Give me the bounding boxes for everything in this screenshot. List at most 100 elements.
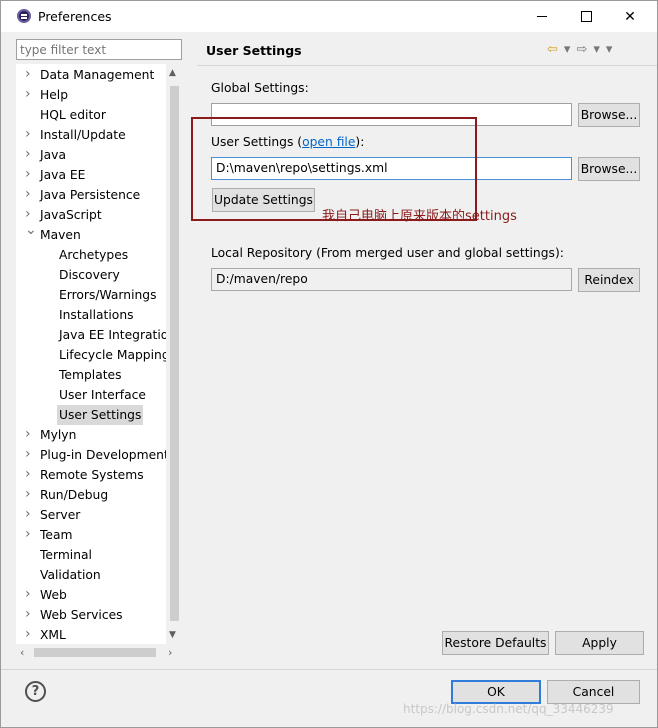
- tree-item[interactable]: › Server: [25, 505, 81, 525]
- tree-item-label: Plug-in Development: [40, 448, 169, 462]
- tree-item-label: Help: [40, 88, 69, 102]
- forward-arrow-icon[interactable]: ⇨: [576, 42, 587, 57]
- scroll-up-icon[interactable]: ▲: [169, 68, 176, 78]
- reindex-button[interactable]: Reindex: [578, 268, 640, 292]
- chevron-right-icon[interactable]: ›: [25, 584, 31, 604]
- view-menu-icon[interactable]: ▾: [606, 42, 613, 57]
- tree-item-label: Lifecycle Mapping: [59, 348, 170, 362]
- tree-item[interactable]: Archetypes: [59, 245, 128, 265]
- tree-item-label: Terminal: [40, 548, 92, 562]
- ok-button[interactable]: OK: [451, 680, 541, 704]
- chevron-right-icon[interactable]: ›: [25, 84, 31, 104]
- tree-item[interactable]: › JavaScript: [25, 205, 102, 225]
- scrollbar-thumb[interactable]: [170, 86, 179, 621]
- tree-item[interactable]: › Java EE: [25, 165, 85, 185]
- tree-item[interactable]: Java EE Integration: [59, 325, 176, 345]
- tree-item-label: Server: [40, 508, 81, 522]
- local-repository-field: D:/maven/repo: [211, 268, 572, 291]
- scroll-left-icon[interactable]: ‹: [20, 646, 24, 659]
- scroll-right-icon[interactable]: ›: [168, 646, 172, 659]
- apply-button[interactable]: Apply: [555, 631, 644, 655]
- tree-item[interactable]: › XML: [25, 625, 66, 644]
- tree-item[interactable]: › Web Services: [25, 605, 123, 625]
- scroll-down-icon[interactable]: ▼: [169, 630, 176, 640]
- chevron-right-icon[interactable]: ›: [25, 144, 31, 164]
- title-bar: Preferences ✕: [1, 1, 657, 32]
- back-menu-chevron-icon[interactable]: ▾: [564, 42, 571, 57]
- restore-defaults-button[interactable]: Restore Defaults: [442, 631, 549, 655]
- tree-item[interactable]: › Remote Systems: [25, 465, 144, 485]
- chevron-right-icon[interactable]: ›: [25, 624, 31, 644]
- tree-item-label: Templates: [59, 368, 122, 382]
- chevron-right-icon[interactable]: ›: [25, 504, 31, 524]
- chevron-right-icon[interactable]: ›: [25, 524, 31, 544]
- chevron-right-icon[interactable]: ›: [25, 424, 31, 444]
- chevron-down-icon[interactable]: ⌄: [25, 220, 37, 240]
- tree-item[interactable]: ⌄ Maven: [25, 222, 81, 245]
- global-browse-button[interactable]: Browse...: [578, 103, 640, 127]
- tree-item[interactable]: › Java Persistence: [25, 185, 141, 205]
- tree-item[interactable]: User Interface: [59, 385, 146, 405]
- preferences-window: Preferences ✕ › Data Management › Help HQL e…: [0, 0, 658, 728]
- forward-menu-chevron-icon[interactable]: ▾: [593, 42, 600, 57]
- tree-item[interactable]: › Install/Update: [25, 125, 126, 145]
- maximize-button[interactable]: [563, 1, 609, 32]
- header-divider: [197, 65, 657, 66]
- tree-item[interactable]: › Help: [25, 85, 69, 105]
- tree-item-label: Java Persistence: [40, 188, 141, 202]
- tree-item[interactable]: › Run/Debug: [25, 485, 109, 505]
- tree-item[interactable]: HQL editor: [40, 105, 106, 125]
- tree-item[interactable]: Discovery: [59, 265, 120, 285]
- window-title: Preferences: [38, 9, 112, 24]
- tree-vertical-scrollbar[interactable]: ▲ ▼: [166, 64, 183, 644]
- tree-item[interactable]: Terminal: [40, 545, 92, 565]
- minimize-button[interactable]: [519, 1, 565, 32]
- tree-item[interactable]: › Team: [25, 525, 73, 545]
- tree-item[interactable]: User Settings: [57, 405, 144, 425]
- tree-item-label: Remote Systems: [40, 468, 144, 482]
- tree-item[interactable]: Errors/Warnings: [59, 285, 157, 305]
- chevron-right-icon[interactable]: ›: [25, 444, 31, 464]
- chevron-right-icon[interactable]: ›: [25, 164, 31, 184]
- tree-item[interactable]: › Plug-in Development: [25, 445, 169, 465]
- tree-item-label: Install/Update: [40, 128, 126, 142]
- chevron-right-icon[interactable]: ›: [25, 184, 31, 204]
- eclipse-icon: [17, 9, 31, 23]
- chevron-right-icon[interactable]: ›: [25, 464, 31, 484]
- tree-item[interactable]: Validation: [40, 565, 101, 585]
- close-button[interactable]: ✕: [607, 1, 653, 32]
- scrollbar-thumb[interactable]: [34, 648, 156, 657]
- filter-input[interactable]: [16, 39, 182, 60]
- tree-item-label: XML: [40, 628, 66, 642]
- tree-item[interactable]: › Data Management: [25, 65, 154, 85]
- tree-item[interactable]: Templates: [59, 365, 122, 385]
- minimize-icon: [537, 16, 547, 17]
- footer-divider: [1, 669, 657, 670]
- chevron-right-icon[interactable]: ›: [25, 64, 31, 84]
- maximize-icon: [580, 11, 592, 22]
- tree-item[interactable]: › Mylyn: [25, 425, 76, 445]
- back-arrow-icon[interactable]: ⇦: [547, 42, 558, 57]
- page-title: User Settings: [206, 43, 302, 58]
- tree-item-label: Errors/Warnings: [59, 288, 157, 302]
- annotation-text: 我自己电脑上原来版本的settings: [322, 209, 517, 224]
- close-icon: ✕: [624, 8, 636, 25]
- user-browse-button[interactable]: Browse...: [578, 157, 640, 181]
- chevron-right-icon[interactable]: ›: [25, 484, 31, 504]
- tree-item[interactable]: › Java: [25, 145, 66, 165]
- chevron-right-icon[interactable]: ›: [25, 604, 31, 624]
- chevron-right-icon[interactable]: ›: [25, 124, 31, 144]
- preferences-tree: › Data Management › Help HQL editor › Install/…: [16, 64, 182, 644]
- tree-item[interactable]: Installations: [59, 305, 134, 325]
- tree-item-label: Run/Debug: [40, 488, 109, 502]
- cancel-button[interactable]: Cancel: [547, 680, 640, 704]
- tree-item-label: Installations: [59, 308, 134, 322]
- tree-item-label: Archetypes: [59, 248, 129, 262]
- tree-item-label: Team: [40, 528, 73, 542]
- tree-item[interactable]: › Web: [25, 585, 67, 605]
- tree-horizontal-scrollbar[interactable]: ‹ ›: [16, 644, 182, 661]
- tree-item-label: User Interface: [59, 388, 146, 402]
- help-icon[interactable]: ?: [25, 681, 46, 702]
- tree-item[interactable]: Lifecycle Mapping: [59, 345, 170, 365]
- tree-item-label: Maven: [40, 228, 81, 242]
